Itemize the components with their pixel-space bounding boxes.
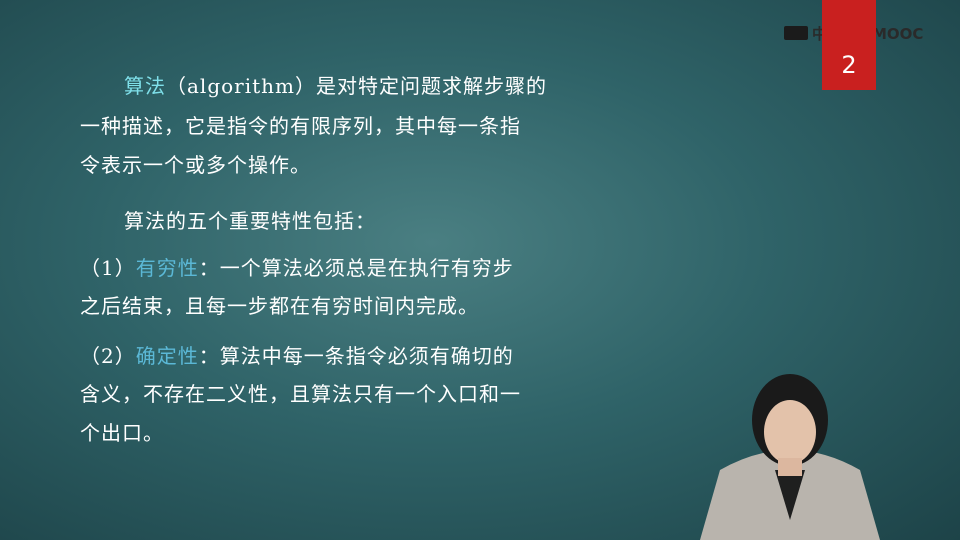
item2-line1-rest: 算法中每一条指令必须有确切的	[219, 344, 514, 368]
para1-line1-rest: 是对特定问题求解步骤的	[316, 74, 548, 98]
para2-intro: 算法的五个重要特性包括：	[124, 209, 376, 233]
presenter-face	[764, 400, 816, 464]
para1-line1: 算法（algorithm）是对特定问题求解步骤的	[124, 70, 547, 99]
presenter-video	[700, 374, 880, 540]
term-algorithm: 算法	[124, 74, 166, 98]
term-algorithm-en: （algorithm）	[166, 74, 317, 98]
item1-name: 有穷性	[135, 256, 199, 280]
item1-line2: 之后结束，且每一步都在有穷时间内完成。	[80, 294, 479, 318]
item1-line1-rest: 一个算法必须总是在执行有穷步	[219, 256, 514, 280]
mooc-logo-icon	[784, 26, 808, 40]
page-number-badge: 2	[822, 0, 876, 90]
item2-line2: 含义，不存在二义性，且算法只有一个入口和一	[80, 382, 521, 406]
para1-line2: 一种描述，它是指令的有限序列，其中每一条指	[80, 114, 521, 138]
para1-line3: 令表示一个或多个操作。	[80, 153, 311, 177]
presenter-neck	[778, 458, 802, 476]
item2-colon: ：	[198, 344, 220, 368]
item1-number: （1）	[80, 256, 136, 280]
item2-line3: 个出口。	[80, 421, 164, 445]
item1-colon: ：	[198, 256, 220, 280]
item2-line1: （2）确定性：算法中每一条指令必须有确切的	[80, 340, 514, 369]
item2-number: （2）	[80, 344, 136, 368]
item1-line1: （1）有穷性：一个算法必须总是在执行有穷步	[80, 252, 514, 281]
page-number: 2	[841, 51, 857, 79]
item2-name: 确定性	[135, 344, 199, 368]
